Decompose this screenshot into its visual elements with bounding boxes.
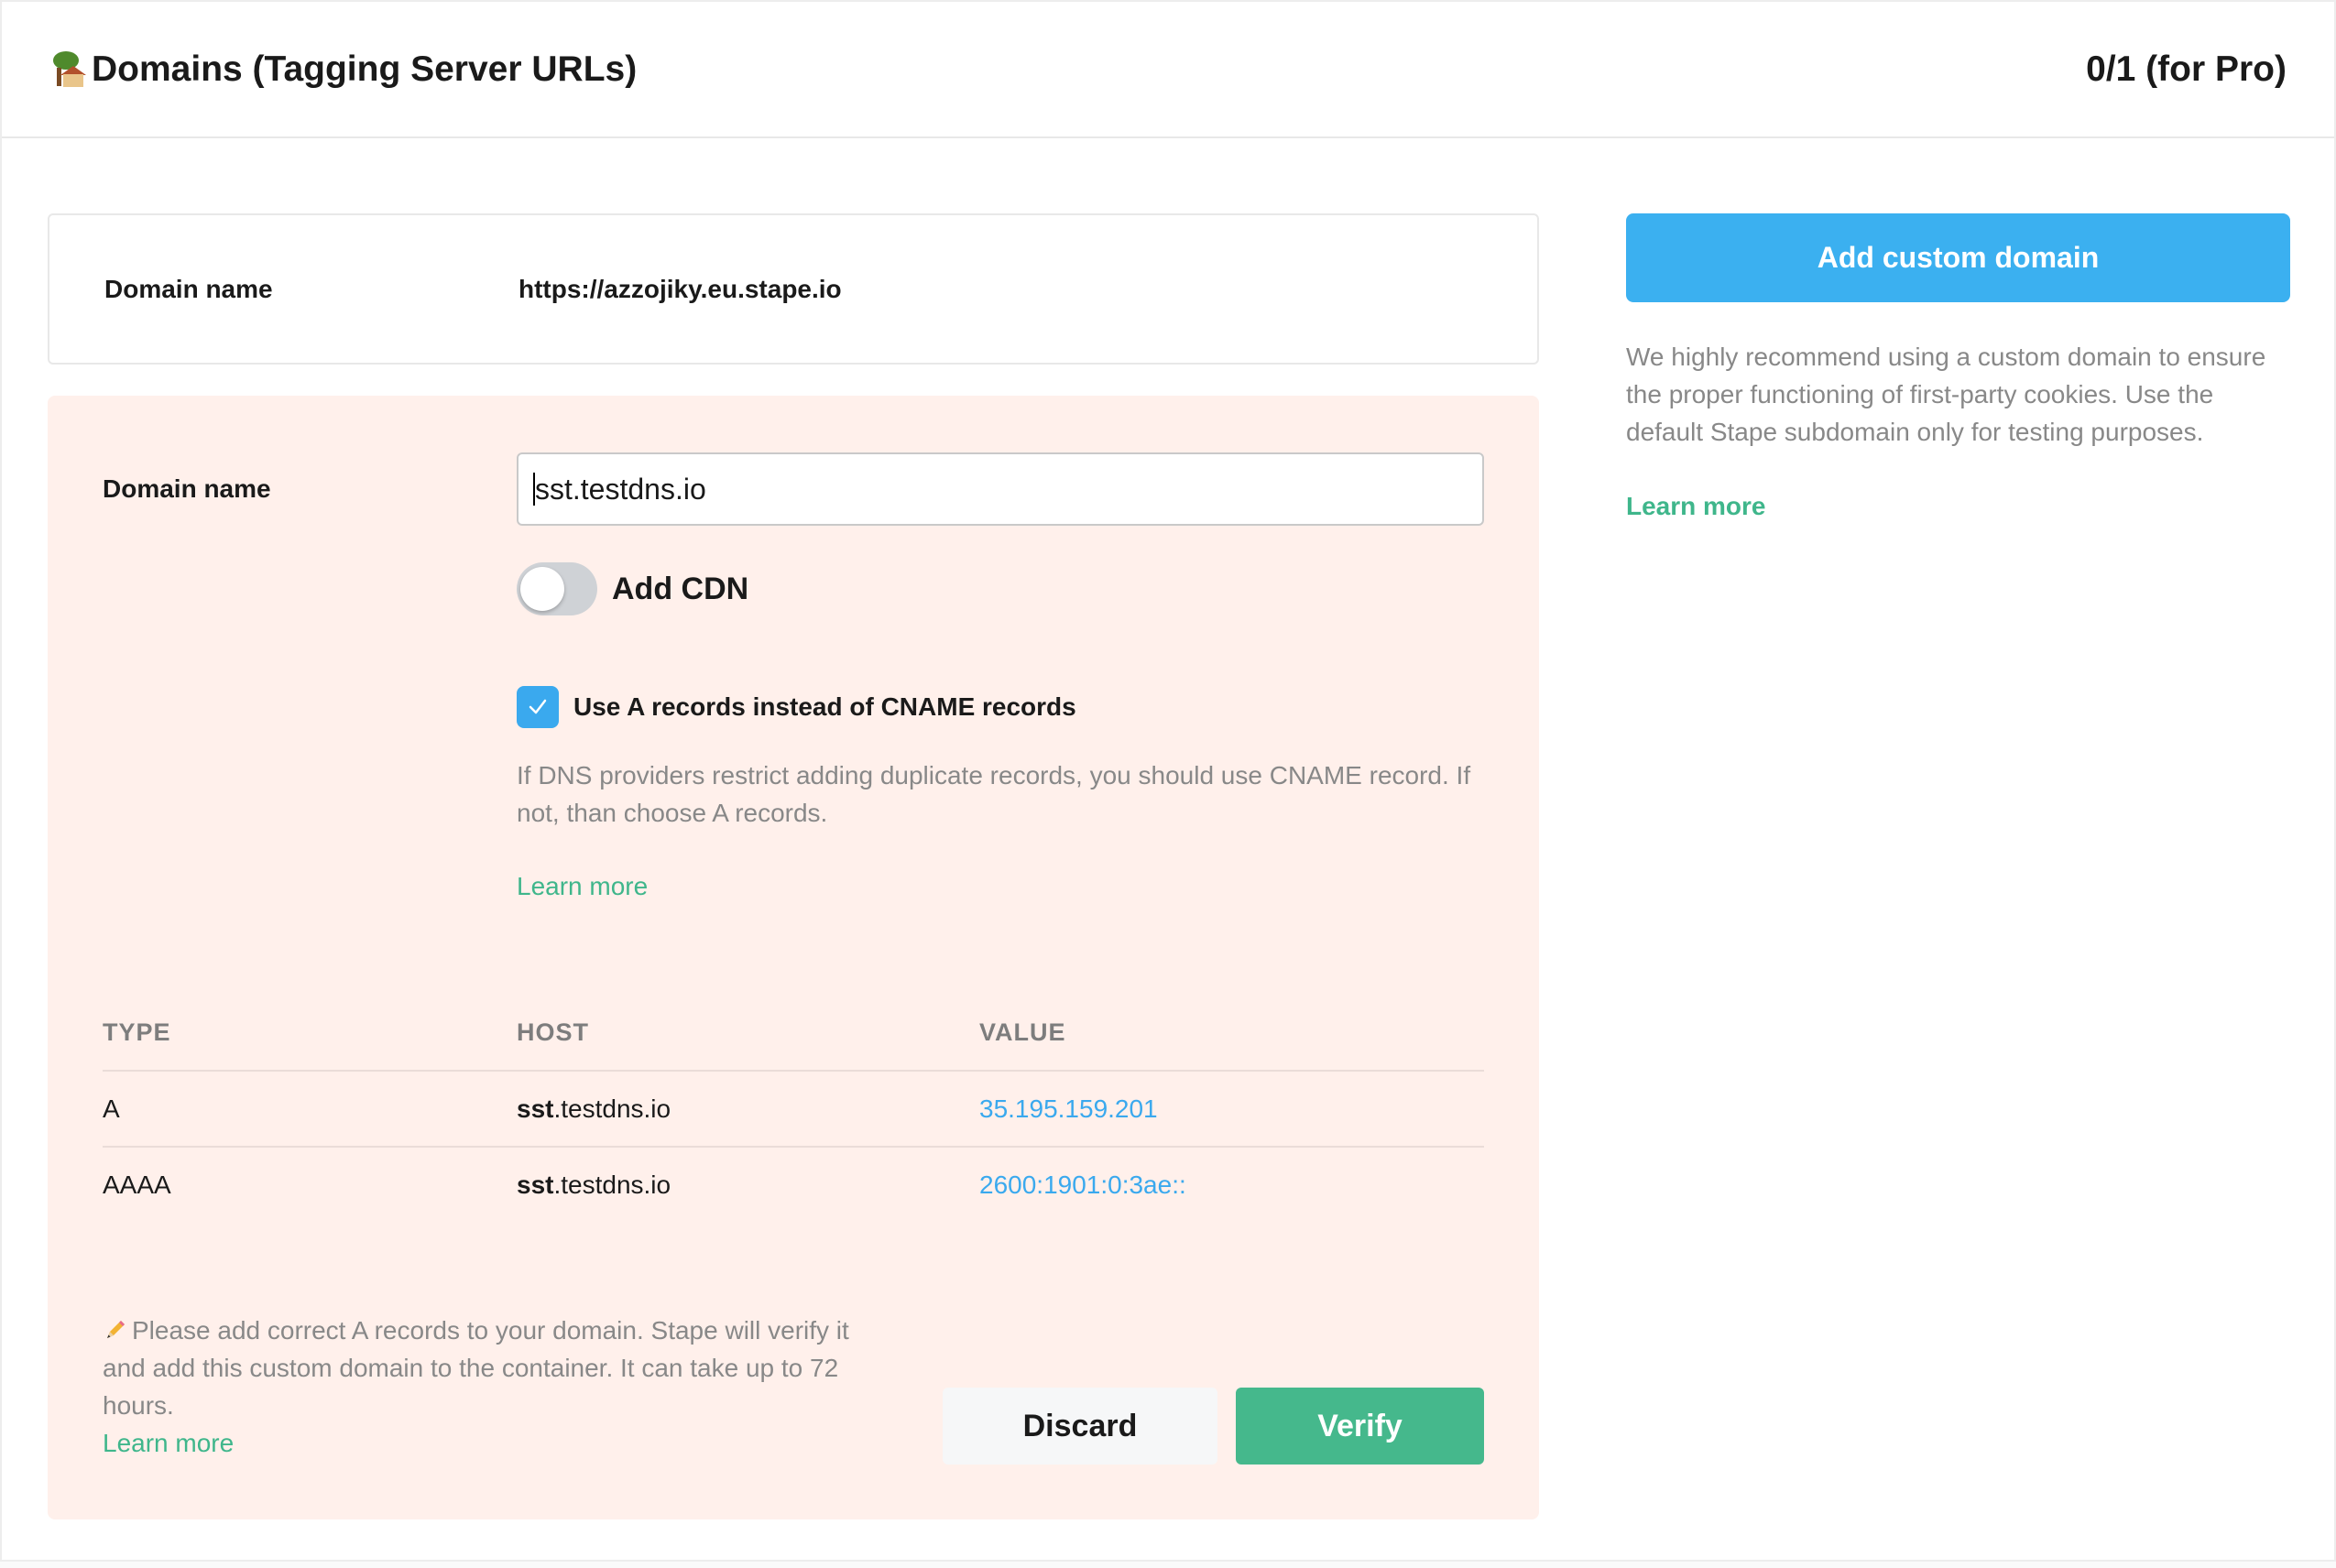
record-host-bold: sst [517,1094,554,1123]
domain-counter: 0/1 (for Pro) [2086,49,2287,89]
add-cdn-toggle[interactable] [517,562,597,615]
current-domain-box: Domain name https://azzojiky.eu.stape.io [48,213,1539,365]
discard-button[interactable]: Discard [943,1388,1217,1465]
table-header-value: VALUE [979,1018,1066,1046]
house-with-tree-icon [48,49,88,90]
record-value[interactable]: 2600:1901:0:3ae:: [979,1171,1186,1200]
table-row: AAAA sst.testdns.io 2600:1901:0:3ae:: [103,1146,1484,1222]
add-cdn-label: Add CDN [612,571,749,606]
current-domain-value: https://azzojiky.eu.stape.io [519,275,842,303]
record-type: AAAA [103,1171,171,1199]
domain-name-label: Domain name [103,474,271,503]
domains-card: Domains (Tagging Server URLs) 0/1 (for P… [0,0,2336,1562]
add-custom-domain-button[interactable]: Add custom domain [1626,213,2290,302]
record-host: sst.testdns.io [517,1094,671,1124]
pencil-icon [107,1321,125,1338]
custom-domain-recommendation: We highly recommend using a custom domai… [1626,343,2266,446]
record-type: A [103,1094,120,1123]
table-header-host: HOST [517,1018,590,1046]
learn-more-link-dns[interactable]: Learn more [517,872,648,901]
domain-name-input[interactable]: sst.testdns.io [517,452,1484,526]
toggle-knob [520,567,564,611]
verify-button[interactable]: Verify [1236,1388,1484,1465]
record-host-bold: sst [517,1171,554,1199]
current-domain-label: Domain name [104,275,273,303]
table-row: A sst.testdns.io 35.195.159.201 [103,1070,1484,1146]
page-title: Domains (Tagging Server URLs) [48,49,637,90]
a-records-checkbox[interactable] [517,686,559,728]
verification-note: Please add correct A records to your dom… [103,1312,890,1462]
record-value[interactable]: 35.195.159.201 [979,1094,1158,1124]
card-header: Domains (Tagging Server URLs) 0/1 (for P… [2,2,2334,138]
table-header-type: TYPE [103,1018,171,1046]
record-host: sst.testdns.io [517,1171,671,1200]
verification-note-text: Please add correct A records to your dom… [103,1316,849,1420]
checkmark-icon [529,699,547,714]
page-title-text: Domains (Tagging Server URLs) [92,49,638,89]
a-records-row: Use A records instead of CNAME records [517,686,1076,728]
learn-more-link-note[interactable]: Learn more [103,1429,234,1457]
learn-more-link-sidebar[interactable]: Learn more [1626,492,1766,521]
dns-help-text: If DNS providers restrict adding duplica… [517,761,1471,827]
record-host-rest: .testdns.io [553,1171,671,1199]
domain-name-input-value: sst.testdns.io [535,472,706,506]
record-host-rest: .testdns.io [553,1094,671,1123]
cdn-toggle-row: Add CDN [517,562,748,615]
a-records-label: Use A records instead of CNAME records [573,692,1076,721]
custom-domain-form: Domain name sst.testdns.io Add CDN Use A… [48,396,1539,1519]
